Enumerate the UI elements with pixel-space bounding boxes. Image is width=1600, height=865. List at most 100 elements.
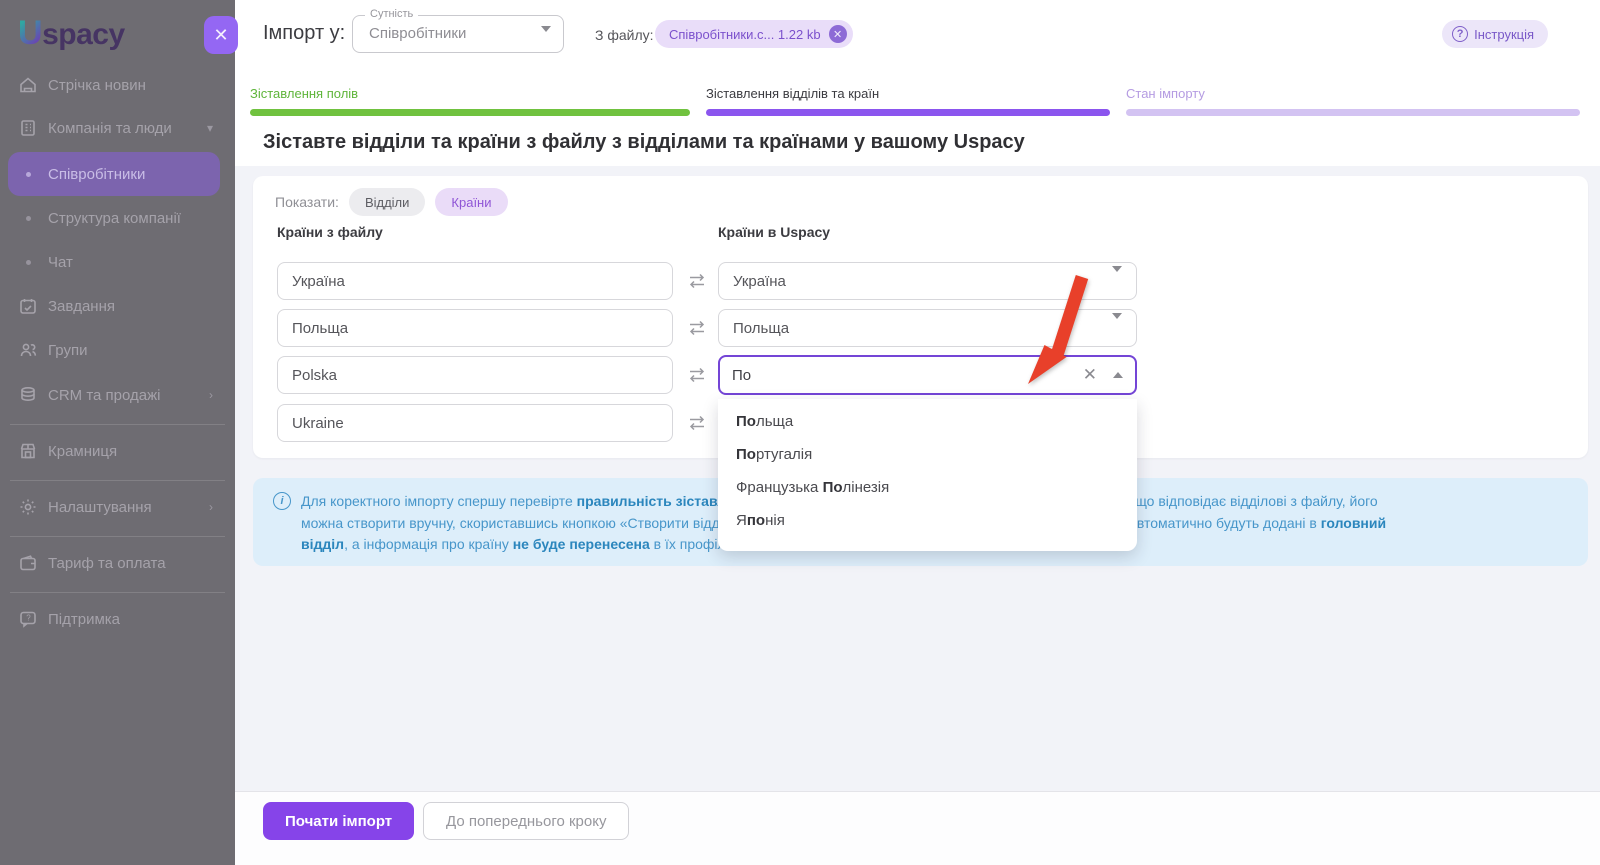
- instruction-button[interactable]: ? Інструкція: [1442, 20, 1548, 48]
- close-sidebar-button[interactable]: ✕: [204, 16, 238, 54]
- dropdown-option-frantsuzka-polineziya[interactable]: Французька Полінезія: [718, 471, 1137, 504]
- chevron-down-icon: [541, 26, 551, 50]
- sidebar-item-label: Крамниця: [48, 442, 118, 460]
- entity-select[interactable]: Сутність Співробітники: [352, 8, 564, 53]
- sidebar-item-label: CRM та продажі: [48, 386, 161, 404]
- column-header-file: Країни з файлу: [277, 224, 383, 240]
- support-chat-icon: ?: [18, 609, 38, 629]
- step-import-status[interactable]: Стан імпорту: [1126, 86, 1580, 116]
- sidebar-item-label: Завдання: [48, 297, 115, 315]
- sidebar-item-crm[interactable]: CRM та продажі ›: [0, 380, 235, 410]
- uspacy-import-screen: Uspacy Стрічка новин Компанія та люди ▾ …: [0, 0, 1600, 865]
- sidebar: Uspacy Стрічка новин Компанія та люди ▾ …: [0, 0, 235, 865]
- swap-arrows-icon: [686, 270, 708, 292]
- sidebar-item-tasks[interactable]: Завдання: [0, 291, 235, 321]
- home-icon: [18, 75, 38, 95]
- uspacy-logo: Uspacy: [18, 14, 125, 53]
- gear-icon: [18, 497, 38, 517]
- step-field-mapping[interactable]: Зіставлення полів: [250, 86, 690, 116]
- file-chip-name: Співробітники.c... 1.22 kb: [669, 26, 821, 42]
- dropdown-option-polshcha[interactable]: Польща: [718, 405, 1137, 438]
- previous-step-button[interactable]: До попереднього кроку: [423, 802, 630, 840]
- footer-bar: Почати імпорт До попереднього кроку: [235, 791, 1600, 865]
- annotation-arrow: [1028, 275, 1089, 384]
- crm-database-icon: [18, 385, 38, 405]
- sidebar-divider: [10, 424, 225, 425]
- info-icon: i: [273, 492, 291, 510]
- page-title: Зіставте відділи та країни з файлу з від…: [263, 131, 1025, 153]
- chevron-right-icon: ›: [209, 500, 213, 514]
- bullet-icon: [26, 171, 31, 177]
- swap-arrows-icon: [686, 412, 708, 434]
- sidebar-item-label: Співробітники: [48, 165, 146, 183]
- bullet-icon: [26, 215, 31, 221]
- from-file-label: З файлу:: [595, 27, 654, 43]
- close-icon: ✕: [213, 24, 229, 45]
- wallet-icon: [18, 553, 38, 573]
- dropdown-option-yaponiya[interactable]: Японія: [718, 504, 1137, 537]
- question-circle-icon: ?: [1452, 26, 1469, 42]
- column-header-uspacy: Країни в Uspacy: [718, 224, 831, 240]
- step-label: Зіставлення відділів та країн: [706, 86, 880, 101]
- file-country-input[interactable]: [277, 404, 673, 442]
- sidebar-item-support[interactable]: ? Підтримка: [0, 604, 235, 634]
- country-dropdown-panel: Польща Португалія Французька Полінезія Я…: [718, 399, 1137, 551]
- step-label: Зіставлення полів: [250, 86, 359, 101]
- file-chip[interactable]: Співробітники.c... 1.22 kb ✕: [655, 20, 853, 48]
- uspacy-logo-u: U: [18, 14, 43, 52]
- sidebar-item-label: Стрічка новин: [48, 76, 146, 94]
- sidebar-item-label: Підтримка: [48, 610, 121, 628]
- shop-icon: [18, 441, 38, 461]
- sidebar-item-company-structure[interactable]: Структура компанії: [0, 203, 235, 233]
- sidebar-item-label: Компанія та люди: [48, 119, 172, 137]
- entity-select-value: Співробітники: [369, 25, 467, 42]
- file-country-input[interactable]: [277, 309, 673, 347]
- sidebar-item-chat[interactable]: Чат: [0, 247, 235, 277]
- sidebar-item-groups[interactable]: Групи: [0, 335, 235, 365]
- sidebar-item-employees[interactable]: Співробітники: [0, 159, 235, 189]
- filter-chip-countries[interactable]: Країни: [435, 188, 508, 216]
- step-departments-countries[interactable]: Зіставлення відділів та країн: [706, 86, 1110, 116]
- file-country-input[interactable]: [277, 262, 673, 300]
- show-filter-label: Показати:: [275, 194, 339, 210]
- chevron-right-icon: ›: [209, 388, 213, 402]
- bullet-icon: [26, 259, 31, 265]
- swap-arrows-icon: [686, 317, 708, 339]
- step-progress-bar: [250, 109, 690, 116]
- select-value: Україна: [733, 272, 786, 290]
- start-import-button[interactable]: Почати імпорт: [263, 802, 415, 840]
- dropdown-option-portugaliya[interactable]: Португалія: [718, 438, 1137, 471]
- svg-text:?: ?: [26, 614, 31, 623]
- sidebar-item-settings[interactable]: Налаштування ›: [0, 492, 235, 522]
- instruction-label: Інструкція: [1474, 26, 1534, 42]
- main-content: Імпорт у: Сутність Співробітники З файлу…: [235, 0, 1600, 865]
- swap-arrows-icon: [686, 364, 708, 386]
- remove-file-icon[interactable]: ✕: [828, 25, 847, 43]
- sidebar-item-billing[interactable]: Тариф та оплата: [0, 548, 235, 578]
- step-progress-bar: [706, 109, 1110, 116]
- chevron-up-icon[interactable]: [1113, 372, 1123, 378]
- import-steps: Зіставлення полів Зіставлення відділів т…: [250, 86, 1595, 116]
- sidebar-divider: [10, 592, 225, 593]
- sidebar-item-label: Структура компанії: [48, 209, 181, 227]
- show-filter: Показати: Відділи Країни: [275, 188, 508, 216]
- select-value: Польща: [733, 319, 790, 337]
- import-topbar: Імпорт у: Сутність Співробітники З файлу…: [235, 0, 1600, 166]
- sidebar-item-marketplace[interactable]: Крамниця: [0, 436, 235, 466]
- filter-chip-departments[interactable]: Відділи: [348, 188, 426, 216]
- chevron-down-icon: [1112, 266, 1122, 290]
- file-country-input[interactable]: [277, 356, 673, 394]
- sidebar-item-newsfeed[interactable]: Стрічка новин: [0, 70, 235, 100]
- entity-select-label: Сутність: [365, 8, 419, 20]
- import-title: Імпорт у:: [263, 22, 346, 44]
- sidebar-divider: [10, 536, 225, 537]
- sidebar-item-label: Групи: [48, 341, 88, 359]
- tasks-calendar-icon: [18, 296, 38, 316]
- sidebar-item-label: Тариф та оплата: [48, 554, 166, 572]
- sidebar-item-company-people[interactable]: Компанія та люди ▾: [0, 113, 235, 143]
- sidebar-item-label: Налаштування: [48, 498, 152, 516]
- sidebar-divider: [10, 480, 225, 481]
- uspacy-logo-text: spacy: [42, 18, 125, 51]
- company-icon: [18, 118, 38, 138]
- chevron-down-icon: ▾: [206, 121, 213, 135]
